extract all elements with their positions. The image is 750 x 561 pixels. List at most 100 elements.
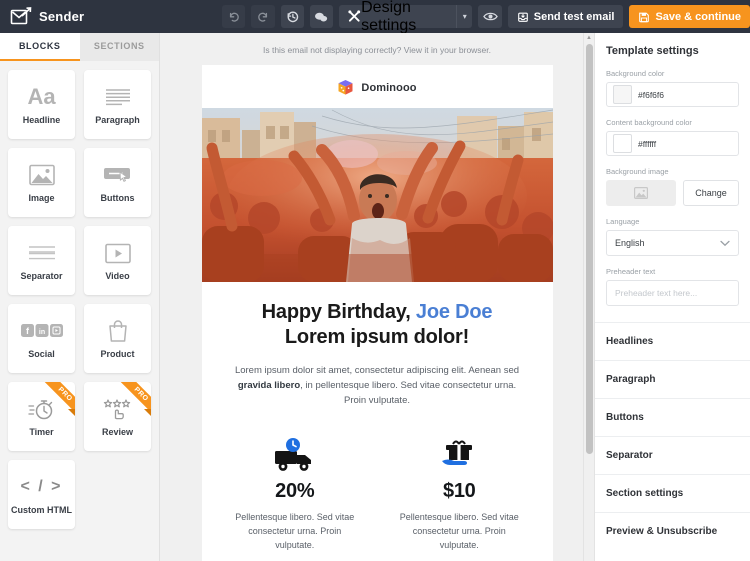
block-buttons[interactable]: Buttons [84, 148, 151, 217]
code-brackets-icon: < / > [20, 478, 63, 495]
brand-name: Sender [39, 9, 85, 24]
design-settings-label: Design settings [361, 0, 417, 34]
ribbon-fold [144, 409, 151, 416]
section-section-settings[interactable]: Section settings [595, 474, 750, 512]
redo-button[interactable] [251, 5, 275, 28]
block-label: Product [100, 349, 135, 359]
language-label: Language [606, 217, 640, 226]
preheader-note: Is this email not displaying correctly? … [262, 45, 492, 55]
inbox-arrow-icon [517, 11, 529, 23]
background-image-field: Background image Change [606, 167, 739, 206]
email-column[interactable]: 20% Pellentesque libero. Sed vitae conse… [216, 434, 375, 552]
preview-button[interactable] [478, 5, 502, 28]
block-video[interactable]: Video [84, 226, 151, 295]
email-paragraph[interactable]: Lorem ipsum dolor sit amet, consectetur … [202, 350, 553, 408]
block-separator[interactable]: Separator [8, 226, 75, 295]
envelope-check-icon [10, 7, 32, 26]
block-paragraph[interactable]: Paragraph [84, 70, 151, 139]
history-clock-icon [286, 10, 299, 23]
toolbar-actions: Design settings ▾ Send test email Save &… [222, 0, 750, 34]
email-headline: Happy Birthday, Joe Doe Lorem ipsum dolo… [224, 300, 531, 350]
background-image-thumb[interactable] [606, 180, 676, 206]
language-field: Language English [606, 217, 739, 256]
content-background-color-field: Content background color #ffffff [606, 118, 739, 156]
redo-arrow-icon [257, 11, 269, 23]
chat-bubbles-icon [314, 11, 328, 23]
floppy-disk-icon [638, 11, 650, 23]
stopwatch-icon [27, 395, 56, 423]
block-label: Video [105, 271, 130, 281]
social-networks-icon: f in [20, 317, 63, 345]
brand: Sender [0, 7, 222, 26]
picture-icon [28, 161, 55, 189]
column-description: Pellentesque libero. Sed vitae consectet… [235, 512, 355, 550]
panel-title: Template settings [606, 45, 699, 57]
block-custom-html[interactable]: < / > Custom HTML [8, 460, 75, 529]
design-settings-caret-icon[interactable]: ▾ [456, 5, 472, 28]
undo-button[interactable] [222, 5, 246, 28]
email-headline-block[interactable]: Happy Birthday, Joe Doe Lorem ipsum dolo… [202, 282, 553, 350]
change-background-image-button[interactable]: Change [683, 180, 739, 206]
comments-button[interactable] [309, 5, 334, 28]
block-social[interactable]: f in Social [8, 304, 75, 373]
email-template: Dominooo Happy Birthday, Joe Doe Lorem i… [201, 65, 553, 561]
email-logo-row[interactable]: Dominooo [202, 65, 553, 108]
block-headline[interactable]: Aa Headline [8, 70, 75, 139]
preheader-field: Preheader text [606, 267, 739, 306]
section-headlines[interactable]: Headlines [595, 322, 750, 360]
block-timer[interactable]: Timer PRO [8, 382, 75, 451]
block-image[interactable]: Image [8, 148, 75, 217]
video-play-icon [104, 239, 131, 267]
paragraph-part2: , in pellentesque libero. Sed vitae cons… [300, 380, 517, 406]
scroll-up-arrow-icon[interactable]: ▲ [584, 33, 594, 43]
canvas-scrollbar[interactable]: ▲ [583, 33, 594, 561]
section-buttons[interactable]: Buttons [595, 398, 750, 436]
content-background-color-value: #ffffff [638, 138, 657, 149]
background-color-field: Background color #f6f6f6 [606, 69, 739, 107]
save-continue-label: Save & continue [655, 10, 742, 23]
button-cursor-icon [103, 161, 133, 189]
block-review[interactable]: Review PRO [84, 382, 151, 451]
eye-icon [482, 11, 498, 22]
left-sidebar: BLOCKS SECTIONS Aa Headline Paragraph Im… [0, 33, 160, 561]
text-aa-icon: Aa [27, 84, 56, 109]
design-settings-button[interactable]: Design settings [339, 0, 456, 34]
block-label: Custom HTML [11, 505, 72, 515]
email-column[interactable]: $10 Pellentesque libero. Sed vitae conse… [380, 434, 539, 552]
app-body: BLOCKS SECTIONS Aa Headline Paragraph Im… [0, 33, 750, 561]
section-preview-unsubscribe[interactable]: Preview & Unsubscribe [595, 512, 750, 550]
headline-prefix: Happy Birthday, [261, 301, 416, 323]
background-color-swatch[interactable] [613, 85, 632, 104]
separator-lines-icon [27, 239, 57, 267]
picture-icon [634, 187, 648, 199]
send-test-email-button[interactable]: Send test email [507, 5, 624, 28]
hero-image[interactable] [201, 108, 553, 282]
block-product[interactable]: Product [84, 304, 151, 373]
section-separator[interactable]: Separator [595, 436, 750, 474]
ribbon-fold [68, 409, 75, 416]
tab-blocks[interactable]: BLOCKS [0, 33, 80, 61]
preheader-input[interactable] [615, 288, 730, 298]
design-settings-group: Design settings ▾ [339, 0, 473, 34]
section-paragraph[interactable]: Paragraph [595, 360, 750, 398]
star-rating-hand-icon [102, 395, 134, 423]
template-settings-section: Template settings Background color #f6f6… [595, 33, 750, 322]
content-background-color-input[interactable]: #ffffff [606, 131, 739, 156]
preheader-input-wrap[interactable] [606, 280, 739, 306]
history-button[interactable] [280, 5, 304, 28]
tab-sections[interactable]: SECTIONS [79, 33, 159, 61]
content-background-color-swatch[interactable] [613, 134, 632, 153]
email-logo-text: Dominooo [361, 81, 417, 94]
language-select[interactable]: English [606, 230, 739, 256]
scrollbar-thumb[interactable] [586, 44, 593, 454]
sidebar-tabs: BLOCKS SECTIONS [0, 33, 159, 61]
block-label: Timer [29, 427, 54, 437]
settings-panel: Template settings Background color #f6f6… [594, 33, 750, 561]
headline-name: Joe Doe [415, 301, 493, 323]
background-color-input[interactable]: #f6f6f6 [606, 82, 739, 107]
column-value: 20% [275, 480, 315, 502]
delivery-truck-clock-icon [216, 434, 375, 476]
save-continue-button[interactable]: Save & continue [629, 5, 750, 28]
language-value: English [615, 238, 645, 248]
tools-cross-icon [348, 10, 361, 23]
